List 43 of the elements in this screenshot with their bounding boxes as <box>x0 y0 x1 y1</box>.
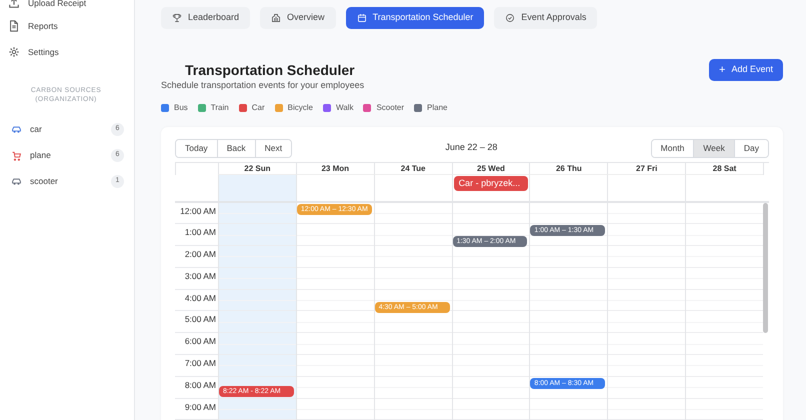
trophy-icon <box>172 13 182 23</box>
day-header: 26 Thu <box>529 162 608 174</box>
page-title: Transportation Scheduler <box>185 63 356 77</box>
tab[interactable]: Leaderboard <box>161 7 250 29</box>
sidebar-item[interactable]: Upload Receipt <box>8 0 124 13</box>
legend-label: Plane <box>427 102 448 114</box>
source-label[interactable]: scooter <box>30 175 58 188</box>
building-icon <box>271 13 282 23</box>
view-button[interactable]: Week <box>694 140 735 156</box>
check-circle-icon <box>505 13 516 23</box>
sidebar-item-label: Reports <box>28 20 58 32</box>
document-icon <box>8 20 20 32</box>
day-header: 23 Mon <box>296 162 374 174</box>
tab[interactable]: Transportation Scheduler <box>346 7 484 29</box>
day-header: 24 Tue <box>374 162 452 174</box>
legend-label: Bicycle <box>288 102 313 114</box>
sidebar-item[interactable]: Reports <box>8 13 124 39</box>
legend-label: Scooter <box>376 102 404 114</box>
sidebar-item-label: Settings <box>28 46 59 58</box>
tab[interactable]: Event Approvals <box>494 7 598 29</box>
legend-label: Train <box>210 102 229 114</box>
day-header: 28 Sat <box>685 162 763 174</box>
source-label[interactable]: plane <box>30 149 51 162</box>
legend-label: Walk <box>336 102 354 114</box>
upload-icon <box>8 0 20 9</box>
tab[interactable]: Overview <box>260 7 336 29</box>
day-header: 25 Wed <box>452 162 530 174</box>
settings-icon <box>8 46 20 58</box>
add-event-button[interactable]: + Add Event <box>709 59 783 81</box>
calendar-icon <box>356 13 367 23</box>
plus-icon: + <box>719 62 726 78</box>
sidebar-item[interactable]: Settings <box>8 39 124 65</box>
view-button[interactable]: Month <box>652 140 694 156</box>
source-label[interactable]: car <box>30 123 42 136</box>
day-header: 27 Fri <box>607 162 686 174</box>
all-day-event[interactable]: Car - pbryzek... <box>454 176 528 191</box>
date-range: June 22 – 28 <box>444 141 498 154</box>
sidebar-item-label: Upload Receipt <box>28 0 86 10</box>
nav-button[interactable]: Today <box>176 140 218 156</box>
legend-label: Bus <box>174 102 188 114</box>
page-subtitle: Schedule transportation events for your employees <box>161 79 364 92</box>
scrollbar-thumb[interactable] <box>762 202 768 332</box>
legend-label: Car <box>252 102 265 114</box>
